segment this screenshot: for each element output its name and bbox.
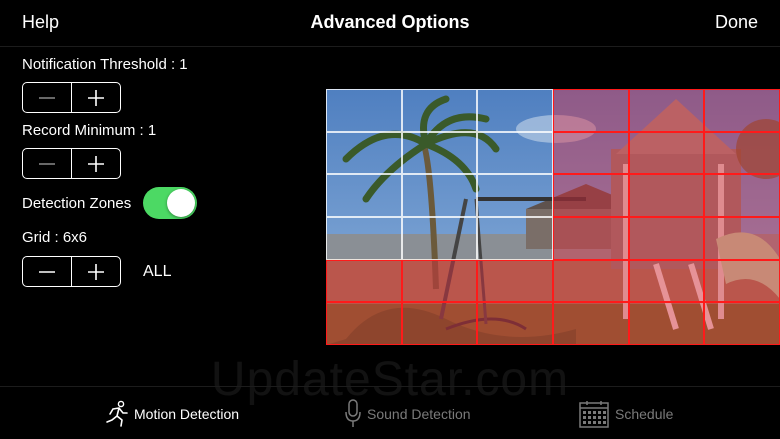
tab-label: Schedule [615,405,674,422]
record-minimum-decrement-button[interactable] [23,149,71,178]
zone-cell[interactable] [477,131,553,175]
calendar-icon [579,400,609,428]
tab-sound-detection[interactable]: Sound Detection [345,387,471,439]
zone-cell[interactable] [628,217,705,260]
zone-cell[interactable] [477,217,553,260]
notification-threshold-decrement-button[interactable] [23,83,71,112]
grid-size-increment-button[interactable] [71,257,120,286]
zone-cell[interactable] [552,302,629,345]
zone-cell[interactable] [326,217,402,260]
zone-cell[interactable] [401,217,478,260]
zone-cell[interactable] [628,131,705,175]
grid-size-decrement-button[interactable] [23,257,71,286]
zone-cell[interactable] [401,302,478,345]
zone-cell[interactable] [552,131,629,175]
zone-cell[interactable] [326,259,402,303]
zone-cell[interactable] [628,302,705,345]
zone-cell[interactable] [704,89,780,132]
zone-cell[interactable] [704,217,780,260]
zone-cell[interactable] [628,89,705,132]
notification-threshold-label: Notification Threshold : 1 [22,56,188,73]
zone-cell[interactable] [704,259,780,303]
done-button[interactable]: Done [715,12,758,33]
zone-cell[interactable] [477,174,553,217]
page-title: Advanced Options [310,12,470,32]
plus-icon [88,89,104,106]
minus-icon [39,270,55,273]
notification-threshold-increment-button[interactable] [71,83,120,112]
zone-cell[interactable] [704,174,780,217]
detection-zone-grid [326,89,780,345]
running-person-icon [106,400,128,427]
zone-cell[interactable] [401,174,478,217]
zone-cell[interactable] [477,302,553,345]
zone-cell[interactable] [477,259,553,303]
zone-cell[interactable] [326,131,402,175]
tab-schedule[interactable]: Schedule [579,387,673,439]
help-button[interactable]: Help [22,12,59,33]
record-minimum-increment-button[interactable] [71,149,120,178]
toggle-knob [167,189,195,217]
zone-cell[interactable] [552,89,629,132]
select-all-button[interactable]: ALL [143,263,171,281]
zone-cell[interactable] [628,174,705,217]
zone-cell[interactable] [704,302,780,345]
navigation-bar: Help Advanced Options Done [0,0,780,47]
tab-motion-detection[interactable]: Motion Detection [104,387,239,439]
microphone-icon [345,398,361,427]
zone-cell[interactable] [704,131,780,175]
zone-cell[interactable] [326,302,402,345]
zone-cell[interactable] [326,89,402,132]
zone-cell[interactable] [552,217,629,260]
tab-label: Motion Detection [134,405,240,422]
zone-cell[interactable] [326,174,402,217]
minus-icon [39,96,55,99]
notification-threshold-stepper [22,82,121,113]
zone-cell[interactable] [401,89,478,132]
detection-zones-toggle[interactable] [143,187,197,219]
detection-zones-label: Detection Zones [22,195,132,212]
camera-preview [326,89,780,345]
zone-cell[interactable] [401,131,478,175]
grid-size-stepper [22,256,121,287]
record-minimum-label: Record Minimum : 1 [22,122,157,139]
minus-icon [39,162,55,165]
zone-cell[interactable] [552,259,629,303]
zone-cell[interactable] [401,259,478,303]
tab-bar: Motion Detection Sound Detection Schedul… [0,386,780,439]
zone-cell[interactable] [552,174,629,217]
plus-icon [88,155,104,172]
record-minimum-stepper [22,148,121,179]
zone-cell[interactable] [628,259,705,303]
zone-cell[interactable] [477,89,553,132]
grid-size-label: Grid : 6x6 [22,229,88,246]
plus-icon [88,263,104,280]
tab-label: Sound Detection [367,405,471,422]
